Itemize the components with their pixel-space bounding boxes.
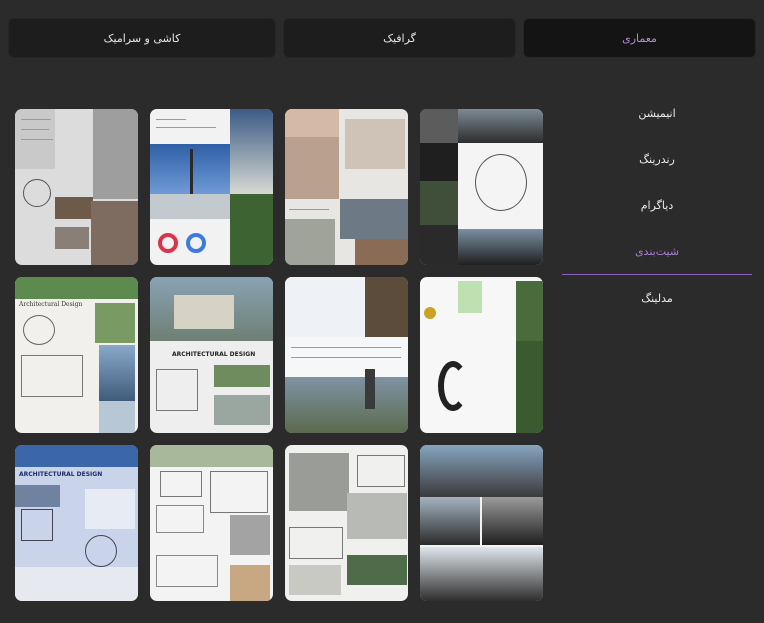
gallery-item[interactable]: [420, 277, 543, 433]
gallery-item[interactable]: [285, 109, 408, 265]
gallery-item[interactable]: ARCHITECTURAL DESIGN: [15, 445, 138, 601]
gallery-item[interactable]: [15, 109, 138, 265]
top-tabs: کاشی و سرامیک گرافیک معماری: [8, 18, 756, 58]
sidebar-item-diagram[interactable]: دیاگرام: [562, 182, 752, 228]
sheet-title: Architectural Design: [19, 301, 83, 308]
tab-graphic[interactable]: گرافیک: [283, 18, 516, 58]
sheet-title: ARCHITECTURAL DESIGN: [172, 351, 256, 358]
sidebar-item-sheet-layout[interactable]: شیت‌بندی: [562, 228, 752, 275]
sidebar-item-animation[interactable]: انیمیشن: [562, 90, 752, 136]
gallery-item[interactable]: [420, 109, 543, 265]
gallery-item[interactable]: [150, 109, 273, 265]
gallery-grid: Architectural Design ARCHITECTURAL DESIG…: [15, 109, 543, 601]
sheet-title: ARCHITECTURAL DESIGN: [19, 471, 103, 478]
gallery-item[interactable]: [420, 445, 543, 601]
gallery-item[interactable]: [150, 445, 273, 601]
sidebar-item-rendering[interactable]: رندرینگ: [562, 136, 752, 182]
gallery-item[interactable]: [285, 277, 408, 433]
sidebar-item-modeling[interactable]: مدلینگ: [562, 275, 752, 321]
gallery-item[interactable]: [285, 445, 408, 601]
tab-ceramic-tile[interactable]: کاشی و سرامیک: [8, 18, 276, 58]
category-sidebar: انیمیشن رندرینگ دیاگرام شیت‌بندی مدلینگ: [562, 90, 752, 321]
tab-architecture[interactable]: معماری: [523, 18, 756, 58]
gallery-item[interactable]: Architectural Design: [15, 277, 138, 433]
gallery-item[interactable]: ARCHITECTURAL DESIGN: [150, 277, 273, 433]
